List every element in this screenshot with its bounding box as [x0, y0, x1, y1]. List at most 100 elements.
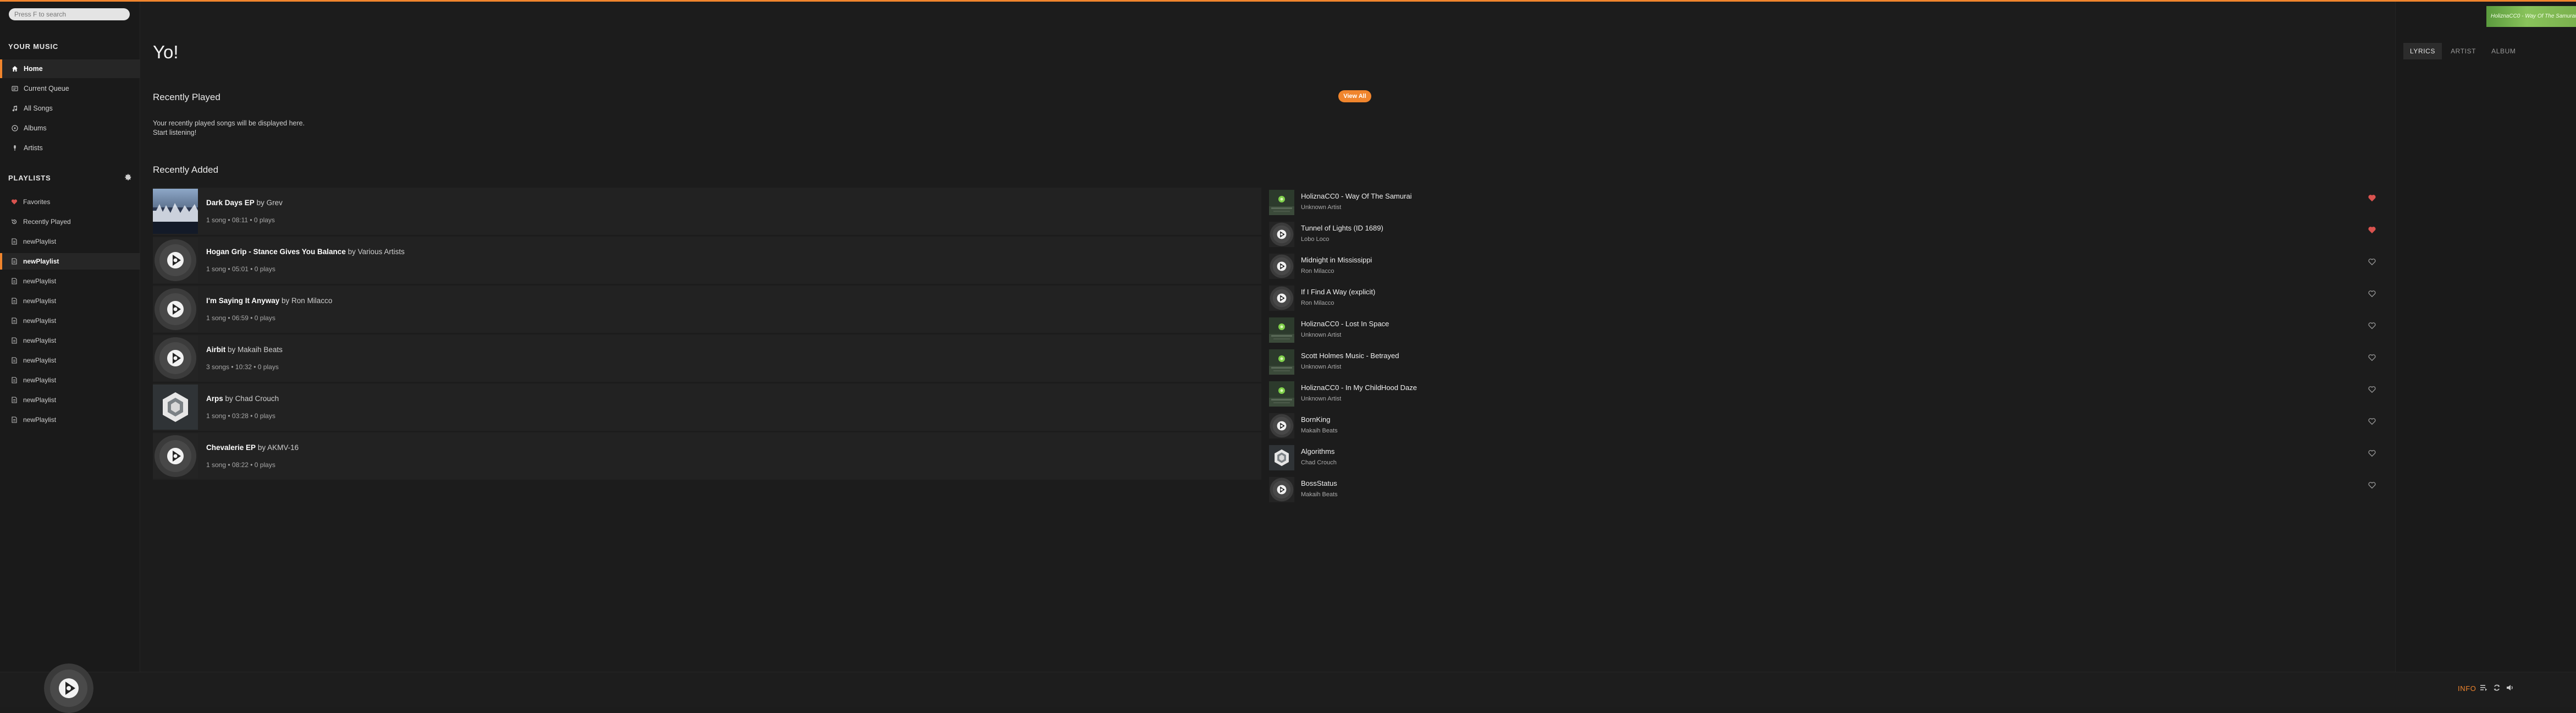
album-meta: 1 song • 08:22 • 0 plays — [206, 461, 275, 469]
info-button[interactable]: INFO — [2458, 684, 2476, 693]
heart-icon[interactable] — [2368, 290, 2379, 301]
album-row[interactable]: Dark Days EP by Grev 1 song • 08:11 • 0 … — [153, 188, 1261, 235]
song-artist: Makaih Beats — [1301, 427, 1338, 434]
playlist-item-newplaylist[interactable]: newPlaylist — [0, 352, 140, 369]
gear-icon[interactable] — [124, 173, 132, 181]
page-title: Yo! — [153, 42, 179, 62]
heart-icon[interactable] — [2368, 322, 2379, 333]
playlist-item-newplaylist[interactable]: newPlaylist — [0, 332, 140, 349]
your-music-heading: YOUR MUSIC — [8, 42, 59, 51]
playlist-item-label: Recently Played — [23, 218, 71, 226]
sidebar-item-albums[interactable]: Albums — [0, 119, 140, 138]
sidebar-item-current-queue[interactable]: Current Queue — [0, 79, 140, 98]
by-word: by — [347, 248, 356, 256]
disc-icon — [44, 663, 93, 713]
album-meta: 1 song • 05:01 • 0 plays — [206, 265, 275, 273]
song-row[interactable]: BornKing Makaih Beats — [1268, 410, 2384, 442]
song-row[interactable]: HoliznaCC0 - In My ChildHood Daze Unknow… — [1268, 378, 2384, 410]
song-art — [1269, 349, 1294, 375]
album-row[interactable]: Chevalerie EP by AKMV-16 1 song • 08:22 … — [153, 432, 1261, 480]
album-meta: 1 song • 06:59 • 0 plays — [206, 314, 275, 322]
song-row[interactable]: HoliznaCC0 - Lost In Space Unknown Artis… — [1268, 314, 2384, 346]
playlist-icon — [11, 317, 18, 324]
song-art — [1269, 222, 1294, 247]
song-row[interactable]: Midnight in Mississippi Ron Milacco — [1268, 250, 2384, 282]
repeat-icon[interactable] — [2493, 684, 2503, 694]
album-title-line: Airbit by Makaih Beats — [206, 345, 283, 354]
sidebar-item-artists[interactable]: Artists — [0, 139, 140, 157]
disc-icon — [153, 238, 198, 283]
playlist-item-newplaylist[interactable]: newPlaylist — [0, 312, 140, 329]
song-row[interactable]: Scott Holmes Music - Betrayed Unknown Ar… — [1268, 346, 2384, 378]
tab-artist[interactable]: ARTIST — [2444, 43, 2483, 59]
empty-message-line: Start listening! — [153, 129, 197, 136]
playlist-icon — [11, 258, 18, 265]
queue-icon[interactable] — [2480, 684, 2490, 694]
heart-icon[interactable] — [2368, 194, 2379, 205]
sidebar-item-label: Albums — [24, 124, 47, 132]
heart-icon[interactable] — [2368, 354, 2379, 365]
playlist-item-recently-played[interactable]: Recently Played — [0, 213, 140, 230]
hexagon-art-icon — [153, 385, 198, 430]
disc-icon — [1269, 413, 1294, 438]
playlist-item-label: newPlaylist — [23, 257, 59, 265]
album-artist: AKMV-16 — [267, 443, 299, 452]
sidebar-item-all-songs[interactable]: All Songs — [0, 99, 140, 118]
heart-icon[interactable] — [2368, 226, 2379, 237]
song-artist: Unknown Artist — [1301, 396, 1342, 402]
playlist-item-newplaylist[interactable]: newPlaylist — [0, 392, 140, 408]
sidebar-item-label: Artists — [24, 144, 43, 152]
heart-icon[interactable] — [2368, 386, 2379, 397]
playlist-item-label: newPlaylist — [23, 317, 57, 325]
heart-icon[interactable] — [2368, 258, 2379, 269]
sidebar-item-label: Current Queue — [24, 85, 69, 92]
playlist-icon — [11, 416, 18, 423]
song-artist: Ron Milacco — [1301, 268, 1334, 275]
song-title: Midnight in Mississippi — [1301, 256, 1372, 264]
song-art — [1269, 381, 1294, 407]
playlist-item-newplaylist[interactable]: newPlaylist — [0, 273, 140, 289]
playlist-item-newplaylist[interactable]: newPlaylist — [0, 372, 140, 388]
album-title-line: Hogan Grip - Stance Gives You Balance by… — [206, 248, 405, 256]
album-row[interactable]: Airbit by Makaih Beats 3 songs • 10:32 •… — [153, 334, 1261, 382]
playlist-item-newplaylist[interactable]: newPlaylist — [0, 253, 140, 270]
green-thumbnail-icon — [1269, 381, 1294, 407]
playlist-icon — [11, 298, 18, 304]
song-row[interactable]: Algorithms Chad Crouch — [1268, 442, 2384, 474]
song-title: Algorithms — [1301, 447, 1335, 456]
playlist-item-newplaylist[interactable]: newPlaylist — [0, 412, 140, 428]
heart-icon[interactable] — [2368, 481, 2379, 492]
now-playing-art[interactable] — [44, 663, 93, 713]
album-row[interactable]: I'm Saying It Anyway by Ron Milacco 1 so… — [153, 286, 1261, 333]
view-all-button[interactable]: View All — [1338, 90, 1371, 102]
album-title: I'm Saying It Anyway — [206, 297, 280, 305]
sidebar-item-home[interactable]: Home — [0, 59, 140, 78]
song-row[interactable]: BossStatus Makaih Beats — [1268, 474, 2384, 506]
playlist-item-newplaylist[interactable]: newPlaylist — [0, 293, 140, 309]
song-title: BossStatus — [1301, 479, 1337, 487]
song-row[interactable]: Tunnel of Lights (ID 1689) Lobo Loco — [1268, 218, 2384, 250]
album-row[interactable]: Hogan Grip - Stance Gives You Balance by… — [153, 237, 1261, 284]
heart-icon[interactable] — [2368, 418, 2379, 429]
disc-icon — [1269, 477, 1294, 502]
app-root: YOUR MUSIC Home Current Queue All Songs Alb… — [0, 2, 2576, 713]
search-input[interactable] — [9, 8, 130, 20]
home-icon — [11, 65, 19, 73]
album-art — [153, 189, 198, 234]
song-row[interactable]: If I Find A Way (explicit) Ron Milacco — [1268, 282, 2384, 314]
album-art — [153, 336, 198, 381]
heart-icon[interactable] — [2368, 449, 2379, 460]
playlist-item-favorites[interactable]: Favorites — [0, 194, 140, 210]
song-title: HoliznaCC0 - Lost In Space — [1301, 320, 1389, 328]
song-title: Scott Holmes Music - Betrayed — [1301, 352, 1399, 360]
tab-album[interactable]: ALBUM — [2485, 43, 2522, 59]
tab-lyrics[interactable]: LYRICS — [2403, 43, 2442, 59]
song-row[interactable]: HoliznaCC0 - Way Of The Samurai Unknown … — [1268, 187, 2384, 218]
song-artist: Unknown Artist — [1301, 364, 1342, 370]
playlist-item-newplaylist[interactable]: newPlaylist — [0, 233, 140, 250]
playlist-icon — [11, 377, 18, 383]
sidebar: YOUR MUSIC Home Current Queue All Songs Alb… — [0, 2, 140, 707]
album-row[interactable]: Arps by Chad Crouch 1 song • 03:28 • 0 p… — [153, 383, 1261, 431]
volume-icon[interactable] — [2506, 684, 2516, 694]
album-art — [153, 287, 198, 332]
